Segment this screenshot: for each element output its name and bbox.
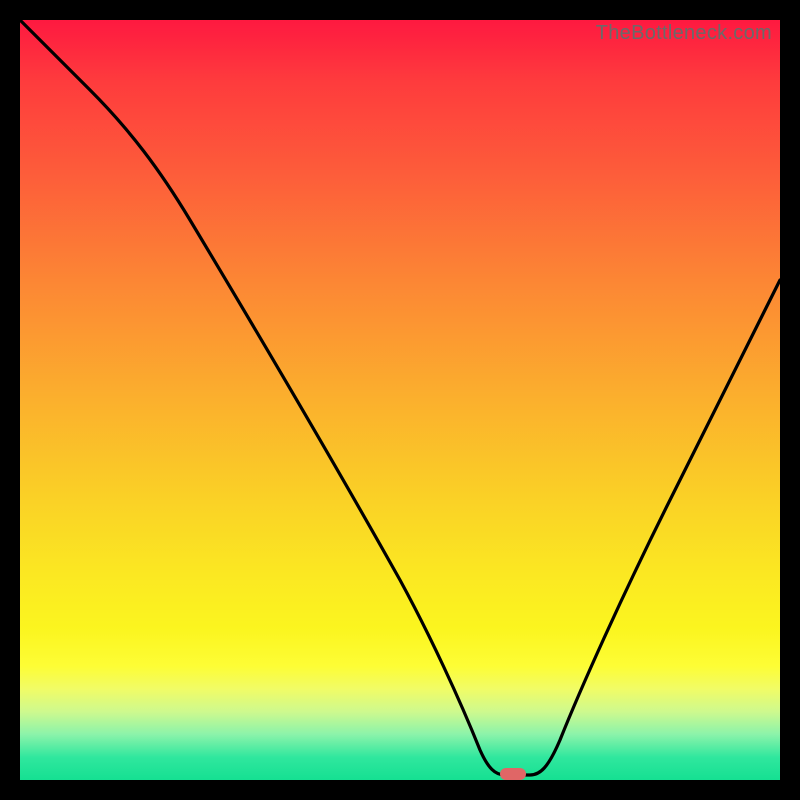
chart-frame: TheBottleneck.com	[0, 0, 800, 800]
bottleneck-curve	[20, 20, 780, 780]
plot-area: TheBottleneck.com	[20, 20, 780, 780]
optimum-marker	[500, 768, 526, 780]
curve-path	[20, 20, 780, 775]
